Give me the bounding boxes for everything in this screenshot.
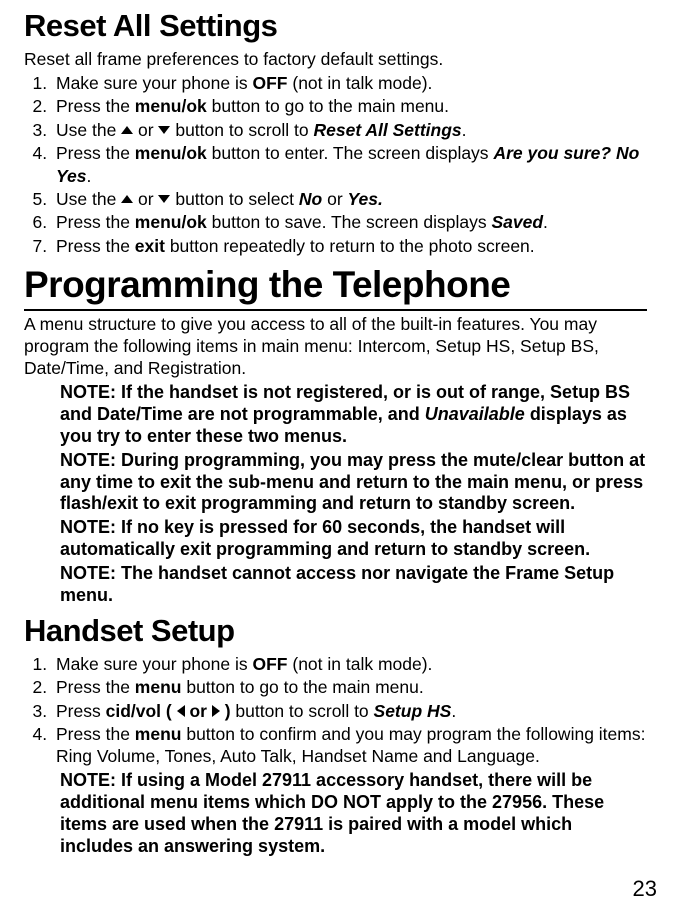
- list-item: Press the exit button repeatedly to retu…: [52, 235, 647, 257]
- arrow-down-icon: [158, 126, 170, 134]
- list-item: Press the menu/ok button to enter. The s…: [52, 142, 647, 187]
- note: NOTE: The handset cannot access nor navi…: [60, 563, 647, 607]
- list-item: Use the or button to select No or Yes.: [52, 188, 647, 210]
- list-item: Press cid/vol ( or ) button to scroll to…: [52, 700, 647, 722]
- arrow-left-icon: [177, 705, 185, 717]
- reset-intro: Reset all frame preferences to factory d…: [24, 48, 647, 70]
- arrow-up-icon: [121, 126, 133, 134]
- list-item: Press the menu button to go to the main …: [52, 676, 647, 698]
- reset-steps: Make sure your phone is OFF (not in talk…: [24, 72, 647, 257]
- handset-steps: Make sure your phone is OFF (not in talk…: [24, 653, 647, 768]
- note: NOTE: If using a Model 27911 accessory h…: [60, 770, 647, 858]
- list-item: Press the menu button to confirm and you…: [52, 723, 647, 768]
- programming-title: Programming the Telephone: [24, 261, 647, 310]
- list-item: Make sure your phone is OFF (not in talk…: [52, 72, 647, 94]
- list-item: Make sure your phone is OFF (not in talk…: [52, 653, 647, 675]
- programming-intro: A menu structure to give you access to a…: [24, 313, 647, 380]
- arrow-down-icon: [158, 195, 170, 203]
- note: NOTE: During programming, you may press …: [60, 450, 647, 516]
- arrow-up-icon: [121, 195, 133, 203]
- list-item: Press the menu/ok button to go to the ma…: [52, 95, 647, 117]
- note: NOTE: If no key is pressed for 60 second…: [60, 517, 647, 561]
- note: NOTE: If the handset is not registered, …: [60, 382, 647, 448]
- reset-title: Reset All Settings: [24, 6, 647, 46]
- handset-setup-title: Handset Setup: [24, 611, 647, 651]
- page-number: 23: [633, 875, 657, 903]
- arrow-right-icon: [212, 705, 220, 717]
- list-item: Press the menu/ok button to save. The sc…: [52, 211, 647, 233]
- list-item: Use the or button to scroll to Reset All…: [52, 119, 647, 141]
